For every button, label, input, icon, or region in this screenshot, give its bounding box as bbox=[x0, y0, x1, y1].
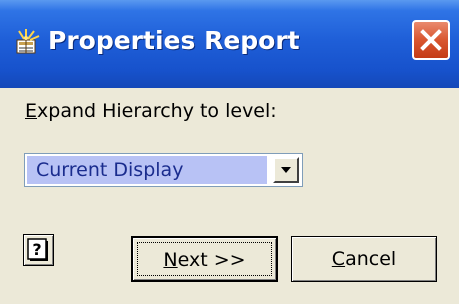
label-access-key: E bbox=[25, 100, 38, 122]
expand-hierarchy-label: Expand Hierarchy to level: bbox=[25, 100, 277, 122]
cancel-button[interactable]: Cancel bbox=[291, 236, 437, 282]
cancel-access-key: C bbox=[331, 248, 346, 270]
title-bar[interactable]: Properties Report bbox=[0, 0, 459, 88]
help-button[interactable]: ? bbox=[23, 234, 54, 266]
chevron-down-icon bbox=[281, 167, 291, 173]
cancel-label: ancel bbox=[345, 248, 397, 270]
close-icon bbox=[420, 29, 442, 51]
next-button[interactable]: Next >> bbox=[131, 236, 278, 282]
focus-rectangle bbox=[137, 242, 272, 276]
close-button[interactable] bbox=[412, 20, 450, 60]
help-question-icon: ? bbox=[27, 238, 48, 261]
report-app-icon bbox=[14, 28, 42, 56]
properties-report-dialog: Properties Report Expand Hierarchy to le… bbox=[0, 0, 459, 304]
label-text: xpand Hierarchy to level: bbox=[37, 100, 277, 122]
hierarchy-level-select[interactable]: Current Display bbox=[24, 153, 303, 187]
dropdown-button[interactable] bbox=[273, 157, 299, 183]
window-title: Properties Report bbox=[48, 26, 300, 55]
select-value: Current Display bbox=[27, 156, 267, 184]
svg-text:?: ? bbox=[32, 240, 41, 259]
